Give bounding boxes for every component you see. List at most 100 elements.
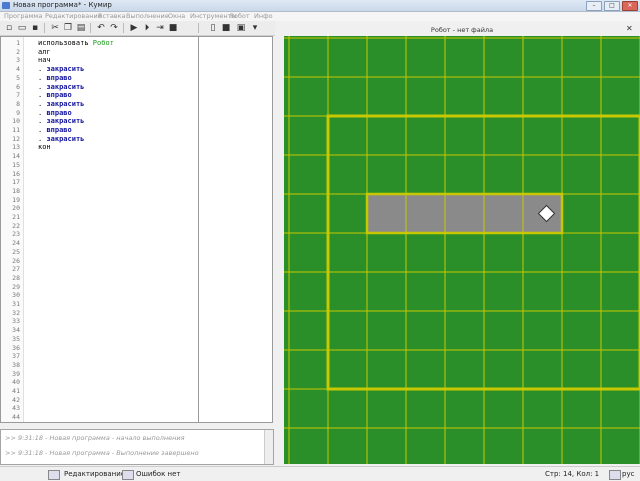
line-number: 35 (12, 334, 20, 343)
edit-mode-icon (48, 470, 60, 480)
line-number: 41 (12, 387, 20, 395)
status-mode: Редактирование (64, 470, 126, 478)
line-number: 26 (12, 256, 20, 265)
close-icon[interactable]: ✕ (622, 1, 638, 11)
black-square-icon[interactable]: ■ (221, 23, 231, 33)
code-token: вправо (46, 73, 72, 82)
paste-icon[interactable]: ▤ (76, 23, 86, 33)
line-number: 20 (12, 204, 20, 213)
code-line: . закрасить (38, 100, 84, 108)
open-icon[interactable]: ▭ (17, 23, 27, 33)
toolbar: ▫ ▭ ▪ ✂ ❐ ▤ ↶ ↷ ▶ ⏵ ⇥ ■ ▯ ■ ▣ ▾ (0, 21, 275, 36)
line-number: 5 (16, 73, 20, 82)
code-token: закрасить (46, 65, 85, 74)
line-number: 14 (12, 152, 20, 161)
console-scrollbar[interactable] (264, 430, 273, 464)
close-icon[interactable]: ✕ (626, 25, 634, 33)
toolbar-separator (44, 23, 45, 33)
line-number: 29 (12, 282, 20, 291)
toolbar-separator (123, 23, 124, 33)
code-line: . закрасить (38, 135, 84, 143)
painted-cell (367, 194, 406, 233)
code-line: нач (38, 56, 51, 64)
line-number: 23 (12, 230, 20, 239)
robot-field-canvas (284, 36, 640, 464)
code-line: . закрасить (38, 65, 84, 73)
line-number: 3 (16, 56, 20, 65)
minimize-icon[interactable]: – (586, 1, 602, 11)
line-number: 31 (12, 300, 20, 308)
line-number: 44 (12, 413, 20, 422)
document-icon[interactable]: ▯ (208, 23, 218, 33)
line-number: 6 (16, 82, 20, 91)
line-number: 8 (16, 99, 20, 108)
title-bar: Новая программа* - Кумир – □ ✕ (0, 0, 640, 12)
new-icon[interactable]: ▫ (4, 23, 14, 33)
status-language: рус (622, 470, 635, 478)
line-number: 27 (12, 265, 20, 274)
menu-bar: Программа Редактирование Вставка Выполне… (0, 12, 640, 21)
line-number: 18 (12, 186, 20, 195)
line-number-gutter: 1 2 3 4 5 6 7 8 9 10 11 12 13 14 15 16 17 18 19 20 21 22 23 24 2… (1, 37, 24, 422)
robot-panel-title: Робот - нет файла (430, 26, 494, 34)
line-number: 32 (12, 308, 20, 317)
line-number: 7 (16, 91, 20, 100)
output-console: >> 9:31:18 - Новая программа - начало вы… (0, 429, 274, 465)
painted-cell (484, 194, 523, 233)
code-line: . вправо (38, 74, 72, 82)
app-icon (2, 2, 10, 9)
step-into-icon[interactable]: ⇥ (155, 23, 165, 33)
keyboard-icon (609, 470, 621, 480)
code-editor[interactable]: 1 2 3 4 5 6 7 8 9 10 11 12 13 14 15 16 17 18 19 20 21 22 23 24 2… (0, 36, 199, 423)
dropdown-icon[interactable]: ▾ (250, 23, 260, 33)
code-line: . вправо (38, 126, 72, 134)
line-number: 17 (12, 178, 20, 187)
code-line: . вправо (38, 91, 72, 99)
line-number: 21 (12, 213, 20, 221)
code-line: . вправо (38, 109, 72, 117)
line-number: 38 (12, 360, 20, 369)
code-line: кон (38, 143, 51, 151)
code-line: использовать Робот (38, 39, 114, 47)
line-number: 40 (12, 378, 20, 387)
code-token: закрасить (46, 117, 85, 126)
line-number: 13 (12, 143, 20, 152)
code-token: вправо (46, 108, 72, 117)
status-bar: Редактирование Ошибок нет Стр: 14, Кол: … (0, 466, 640, 481)
stop-icon[interactable]: ■ (168, 23, 178, 33)
menu-edit[interactable]: Редактирование (45, 12, 102, 20)
robot-panel-header: Робот - нет файла ✕ (284, 24, 640, 36)
code-token: нач (38, 56, 51, 65)
code-token: Робот (92, 39, 114, 47)
robot-field (284, 36, 640, 464)
window-icon[interactable]: ▣ (236, 23, 246, 33)
menu-insert[interactable]: Вставка (98, 12, 126, 20)
maximize-icon[interactable]: □ (604, 1, 620, 11)
run-step-icon[interactable]: ⏵ (142, 23, 152, 33)
code-token: вправо (46, 91, 72, 100)
line-number: 25 (12, 247, 20, 256)
line-number: 2 (16, 47, 20, 56)
menu-program[interactable]: Программа (4, 12, 42, 20)
painted-cell (445, 194, 484, 233)
toolbar-separator (198, 23, 199, 33)
undo-icon[interactable]: ↶ (96, 23, 106, 33)
margin-panel (199, 36, 273, 423)
copy-icon[interactable]: ❐ (63, 23, 73, 33)
cut-icon[interactable]: ✂ (50, 23, 60, 33)
line-number: 19 (12, 195, 20, 204)
status-errors: Ошибок нет (136, 470, 181, 478)
redo-icon[interactable]: ↷ (109, 23, 119, 33)
menu-windows[interactable]: Окна (168, 12, 185, 20)
menu-run[interactable]: Выполнение (126, 12, 169, 20)
line-number: 28 (12, 273, 20, 282)
menu-robot[interactable]: Робот (230, 12, 250, 20)
save-icon[interactable]: ▪ (30, 23, 40, 33)
line-number: 34 (12, 326, 20, 335)
errors-icon (122, 470, 134, 480)
run-icon[interactable]: ▶ (129, 23, 139, 33)
code-token: вправо (46, 126, 72, 134)
line-number: 39 (12, 369, 20, 378)
line-number: 16 (12, 169, 20, 178)
menu-info[interactable]: Инфо (254, 12, 273, 20)
